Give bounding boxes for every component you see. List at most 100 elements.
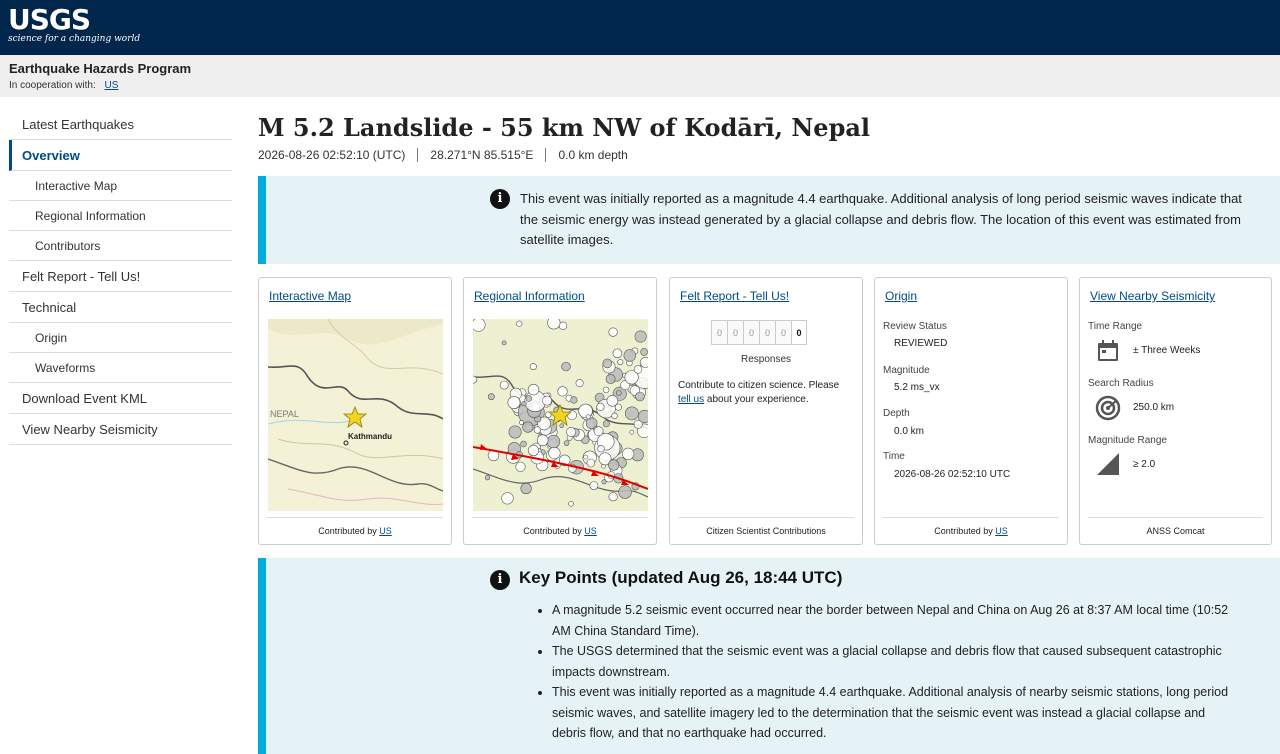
seismicity-circle (536, 434, 549, 447)
seismicity-circle (575, 379, 584, 388)
sidebar-item-download-kml[interactable]: Download Event KML (9, 383, 232, 414)
cooperation-line: In cooperation with: US (9, 80, 118, 91)
event-time: 2026-08-26 02:52:10 (UTC) (258, 148, 406, 162)
seismicity-circle (612, 348, 623, 359)
sidebar-item-overview[interactable]: Overview (9, 140, 232, 171)
seismicity-circle (634, 330, 647, 343)
seismicity-circle (605, 374, 616, 384)
seismicity-circle (507, 396, 521, 409)
nearby-seismicity-card: View Nearby Seismicity Time Range ± Thre… (1079, 277, 1272, 545)
nearby-seismicity-link[interactable]: View Nearby Seismicity (1090, 289, 1215, 303)
seismicity-circle (602, 358, 613, 369)
time-range-label: Time Range (1088, 321, 1143, 332)
time-value: 2026-08-26 02:52:10 UTC (894, 469, 1011, 480)
seismicity-circle (586, 458, 596, 468)
sidebar-item-waveforms[interactable]: Waveforms (9, 353, 232, 383)
seismicity-circle (585, 414, 591, 420)
origin-link[interactable]: Origin (885, 289, 917, 303)
seismicity-circle (516, 320, 523, 327)
program-title[interactable]: Earthquake Hazards Program (9, 61, 191, 76)
seismicity-circle (608, 327, 618, 337)
sidebar-item-origin[interactable]: Origin (9, 323, 232, 353)
map-card-footer: Contributed by US (267, 517, 443, 536)
counter-digit: 0 (743, 320, 759, 345)
seismicity-circle (542, 395, 552, 406)
seismicity-circle (583, 454, 589, 460)
interactive-map-thumbnail[interactable]: NEPAL Kathmandu (268, 319, 443, 511)
key-points-list: A magnitude 5.2 seismic event occurred n… (536, 600, 1236, 744)
contributed-by-label: Contributed by (934, 526, 993, 536)
map-country-label: NEPAL (270, 409, 299, 419)
tell-us-link[interactable]: tell us (678, 394, 704, 405)
seismicity-circle (622, 447, 635, 460)
event-location: 28.271°N 85.515°E (417, 148, 545, 162)
seismicity-circle (617, 359, 624, 366)
magnitude-range-icon (1097, 453, 1119, 475)
responses-label: Responses (740, 354, 792, 365)
seismicity-circle (508, 425, 522, 439)
seismicity-circle (559, 423, 564, 428)
event-notice: i This event was initially reported as a… (258, 176, 1280, 264)
felt-card-footer: Citizen Scientist Contributions (678, 517, 854, 536)
usgs-logo[interactable]: USGS science for a changing world (8, 6, 140, 45)
seismicity-circle (611, 412, 618, 420)
contribute-text-2: about your experience. (706, 394, 809, 405)
sidebar-item-interactive-map[interactable]: Interactive Map (9, 171, 232, 201)
seismicity-circle (521, 400, 527, 407)
seismicity-circle (522, 421, 534, 433)
sidebar-item-nearby-seismicity[interactable]: View Nearby Seismicity (9, 414, 232, 445)
radius-icon (1095, 395, 1121, 421)
seismicity-circle (484, 475, 491, 481)
seismicity-circle (596, 402, 605, 411)
seismicity-circle (487, 393, 495, 401)
contributor-link[interactable]: US (379, 526, 392, 536)
contributor-link[interactable]: US (995, 526, 1008, 536)
felt-report-card: Felt Report - Tell Us! 0 0 0 0 0 0 Respo… (669, 277, 863, 545)
magnitude-label: Magnitude (883, 365, 930, 376)
regional-info-link[interactable]: Regional Information (474, 289, 585, 303)
search-radius-label: Search Radius (1088, 378, 1154, 389)
program-bar: Earthquake Hazards Program In cooperatio… (0, 55, 1280, 97)
sidebar-item-contributors[interactable]: Contributors (9, 231, 232, 261)
contributed-by-label: Contributed by (523, 526, 582, 536)
seismicity-circle (629, 429, 635, 435)
seismicity-circle (529, 363, 537, 371)
calendar-icon (1098, 340, 1118, 361)
counter-digit: 0 (711, 320, 727, 345)
event-depth: 0.0 km depth (545, 148, 639, 162)
contributor-link[interactable]: US (584, 526, 597, 536)
seismicity-circle (525, 395, 532, 402)
key-points-panel: i Key Points (updated Aug 26, 18:44 UTC)… (258, 558, 1280, 754)
time-label: Time (883, 451, 905, 462)
seismicity-circle (557, 386, 568, 397)
sidebar-item-technical[interactable]: Technical (9, 292, 232, 323)
seismicity-circle (501, 340, 507, 346)
cooperation-link[interactable]: US (105, 80, 119, 91)
counter-digit: 0 (727, 320, 743, 345)
sidebar-item-latest-earthquakes[interactable]: Latest Earthquakes (9, 110, 232, 140)
sidebar-item-regional-information[interactable]: Regional Information (9, 201, 232, 231)
seismicity-circle (547, 319, 561, 330)
counter-digit: 0 (775, 320, 791, 345)
map-city-label: Kathmandu (348, 432, 392, 441)
seismicity-circle (533, 426, 541, 434)
seismicity-circle (515, 461, 526, 472)
felt-report-link[interactable]: Felt Report - Tell Us! (680, 289, 789, 303)
sidebar-item-felt-report[interactable]: Felt Report - Tell Us! (9, 261, 232, 292)
page-title: M 5.2 Landslide - 55 km NW of Kodārī, Ne… (258, 113, 871, 142)
seismicity-circle (601, 479, 607, 485)
counter-digit: 0 (791, 320, 807, 345)
responses-counter: 0 0 0 0 0 0 (711, 320, 807, 345)
info-icon: i (490, 189, 510, 209)
map-thumbnail-image: NEPAL Kathmandu (268, 319, 443, 511)
regional-info-thumbnail[interactable] (473, 319, 648, 511)
review-status-label: Review Status (883, 321, 947, 332)
event-sidebar: Latest Earthquakes Overview Interactive … (9, 110, 232, 445)
seismicity-circle (561, 361, 571, 372)
list-item: A magnitude 5.2 seismic event occurred n… (552, 600, 1236, 641)
seismicity-circle (608, 459, 620, 471)
origin-card: Origin Review Status REVIEWED Magnitude … (874, 277, 1068, 545)
seismicity-map-image (473, 319, 648, 511)
info-icon: i (490, 570, 510, 590)
interactive-map-link[interactable]: Interactive Map (269, 289, 351, 303)
